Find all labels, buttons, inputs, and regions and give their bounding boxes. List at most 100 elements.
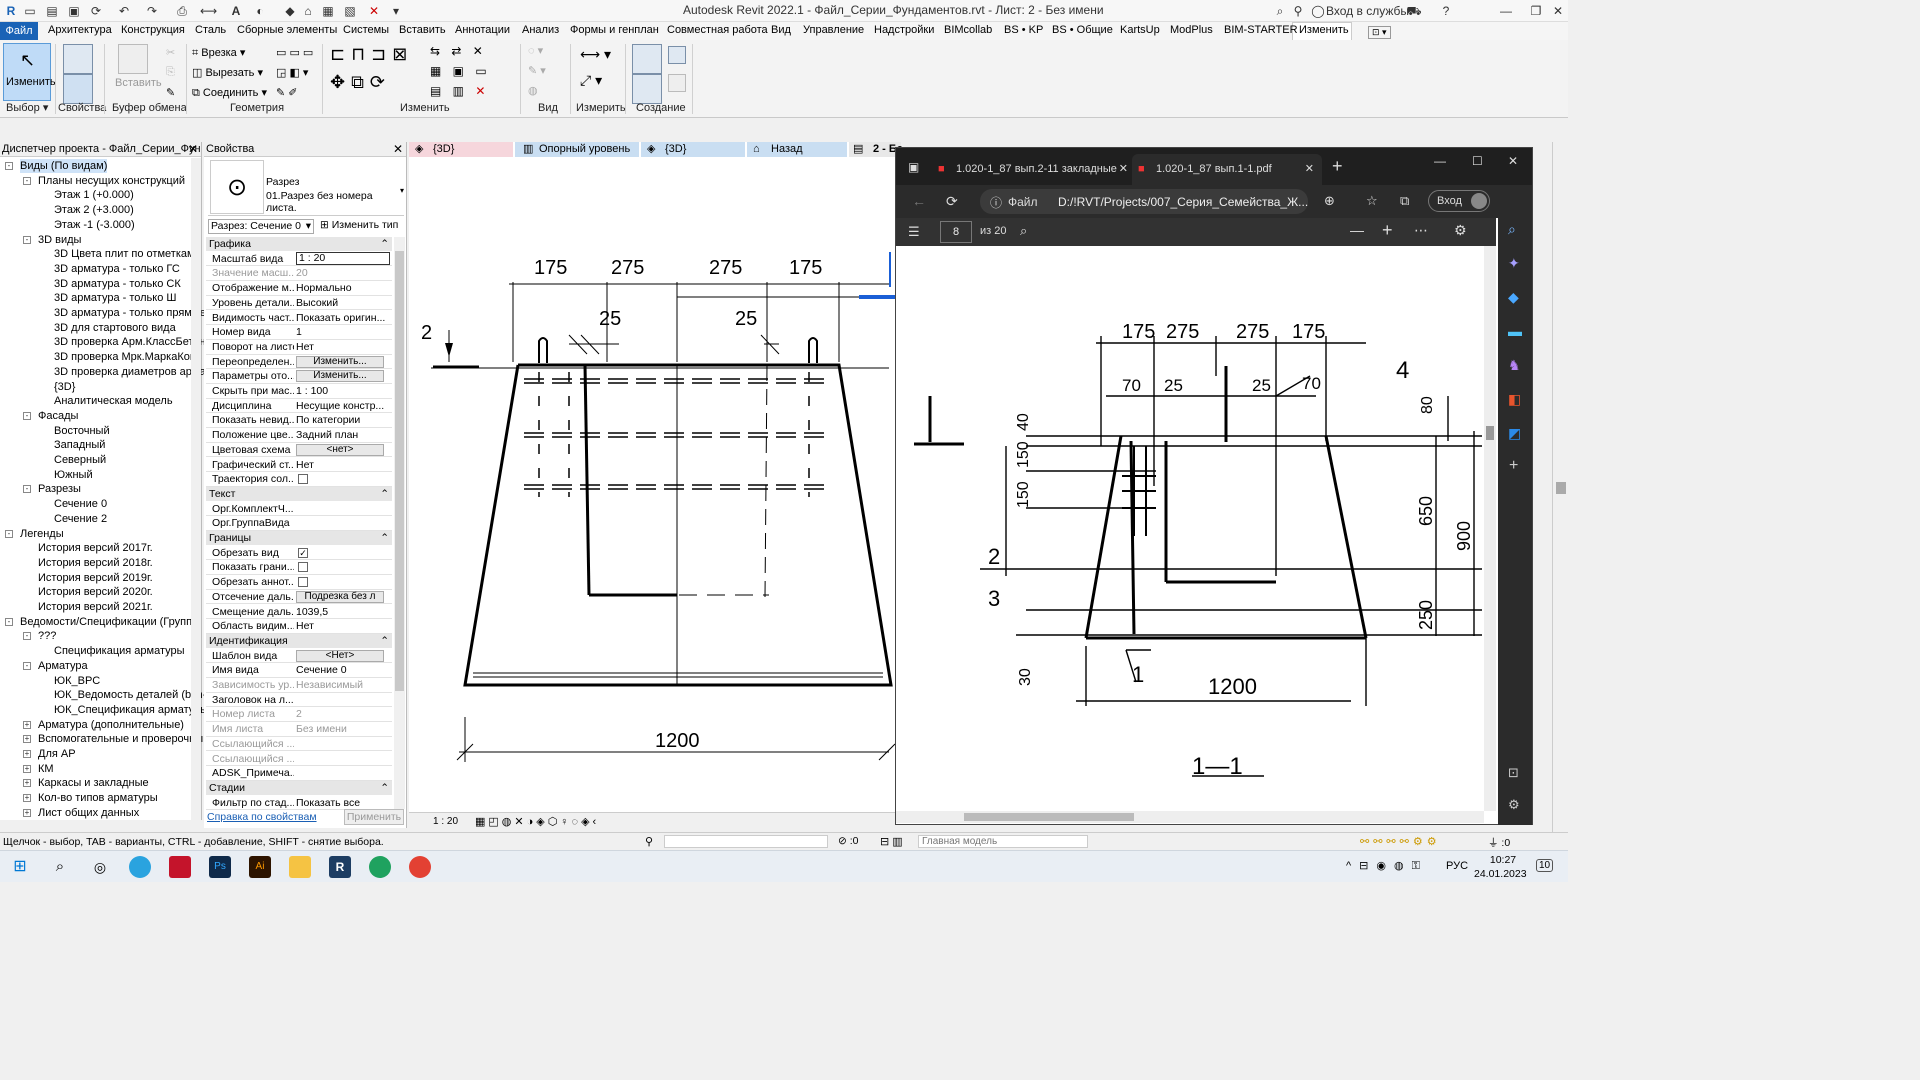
property-button[interactable]: <Нет>: [296, 649, 384, 662]
geometry-tools-2[interactable]: ◲ ◧ ▾: [276, 66, 308, 79]
browser-group-item[interactable]: Арматура (дополнительные): [38, 718, 184, 732]
view-control-icons[interactable]: ▦◰◍✕◑◈⬡♀◌◈‹: [475, 815, 599, 828]
drawing-area[interactable]: ◈ {3D} ▥ Опорный уровень ◈ {3D} ⌂ Назад ▤ 2 -…: [409, 142, 903, 812]
outlook-icon[interactable]: ◩: [1508, 425, 1521, 442]
office-icon[interactable]: ◧: [1508, 391, 1521, 408]
property-value[interactable]: Нет: [296, 340, 390, 354]
close-icon[interactable]: ✕: [1508, 154, 1518, 168]
browser-view-item[interactable]: Этаж -1 (-3.000): [54, 218, 135, 232]
browser-view-item[interactable]: 3D проверка Арм.КлассБетон: [54, 335, 206, 349]
tab-actions-icon[interactable]: ▣: [908, 160, 919, 174]
tab-collaborate[interactable]: Совместная работа: [667, 24, 768, 36]
search-icon[interactable]: ⌕: [1508, 221, 1516, 238]
property-value[interactable]: Независимый: [296, 678, 390, 692]
browser-scrollbar[interactable]: [191, 158, 201, 820]
tab-insert[interactable]: Вставить: [399, 24, 446, 36]
property-group-header[interactable]: Текст ⌃: [206, 486, 392, 501]
browser-group-item[interactable]: Каркасы и закладные: [38, 776, 149, 790]
browser-view-item[interactable]: 3D проверка диаметров арма: [54, 365, 206, 379]
create-parts-icon[interactable]: [632, 44, 662, 74]
photoshop-icon[interactable]: Ps: [209, 856, 231, 878]
browser-view-item[interactable]: Северный: [54, 453, 106, 467]
browser-group-item[interactable]: Фасады: [38, 409, 78, 423]
clock-time[interactable]: 10:27: [1482, 854, 1524, 866]
tab-massing[interactable]: Формы и генплан: [570, 24, 659, 36]
design-options-icon[interactable]: ⊟ ▥: [880, 835, 903, 848]
property-value[interactable]: 1 : 20: [296, 251, 390, 265]
thin-lines-icon[interactable]: ▦: [320, 3, 336, 19]
browser-group-item[interactable]: КМ: [38, 762, 54, 776]
copy-icon[interactable]: ⎘: [166, 66, 175, 79]
properties-icon[interactable]: [63, 74, 93, 104]
collapse-icon[interactable]: -: [23, 235, 31, 244]
browser-view-item[interactable]: Сечение 2: [54, 512, 107, 526]
maximize-icon[interactable]: ❐: [1528, 3, 1544, 19]
browser-group-item[interactable]: История версий 2020г.: [38, 585, 153, 599]
view-tab-3d-1[interactable]: ◈ {3D}: [409, 142, 513, 157]
view-tab-3d-2[interactable]: ◈ {3D}: [641, 142, 745, 157]
expand-icon[interactable]: +: [23, 735, 31, 744]
property-value[interactable]: По категории: [296, 413, 390, 427]
design-option-select[interactable]: Главная модель: [918, 835, 1088, 848]
browser-view-item[interactable]: Этаж 2 (+3.000): [54, 203, 134, 217]
contents-icon[interactable]: ☰: [908, 224, 920, 240]
address-field[interactable]: ⓘ Файл D:/!RVT/Projects/007_Серия_Семейс…: [980, 189, 1308, 214]
modify-small-tools-3[interactable]: ▤ ▥ ✕: [430, 84, 489, 98]
collapse-icon[interactable]: -: [23, 661, 31, 670]
modify-small-tools-1[interactable]: ⇆ ⇄ ✕: [430, 44, 487, 58]
properties-scrollbar[interactable]: [394, 237, 405, 809]
print-icon[interactable]: ⎙: [174, 3, 190, 19]
cope-button[interactable]: ⌗ Врезка ▾: [192, 46, 245, 60]
workset-select[interactable]: [664, 835, 828, 848]
sync-icon[interactable]: ⟳: [88, 3, 104, 19]
edge-tab-2[interactable]: ■ 1.020-1_87 вып.1-1.pdf ✕: [1132, 154, 1322, 185]
create-assembly-icon[interactable]: [632, 74, 662, 104]
collections-icon[interactable]: ⧉: [1400, 193, 1409, 209]
zoom-out-icon[interactable]: —: [1350, 222, 1364, 238]
collapse-icon[interactable]: -: [23, 411, 31, 420]
tab-bs-general[interactable]: BS • Общие: [1052, 24, 1113, 36]
telegram-icon[interactable]: [129, 856, 151, 878]
collapse-icon[interactable]: -: [23, 176, 31, 185]
property-group-header[interactable]: Границы ⌃: [206, 531, 392, 545]
tab-view[interactable]: Вид: [771, 24, 791, 36]
browser-view-item[interactable]: Восточный: [54, 424, 110, 438]
tab-modplus[interactable]: ModPlus: [1170, 24, 1213, 36]
modify-button[interactable]: ↖ Изменить: [3, 43, 56, 101]
property-value[interactable]: Нет: [296, 458, 390, 472]
search-icon[interactable]: ⌕: [1272, 3, 1288, 19]
tag-icon[interactable]: ◐: [252, 3, 268, 19]
tray-icons[interactable]: ^⊟◉◍⚿: [1346, 859, 1428, 873]
tab-manage[interactable]: Управление: [803, 24, 864, 36]
folder-icon[interactable]: ▤: [44, 3, 60, 19]
property-value[interactable]: Сечение 0: [296, 663, 390, 677]
notification-badge[interactable]: 10: [1536, 859, 1554, 872]
3d-icon[interactable]: ◆: [282, 3, 298, 19]
tab-systems[interactable]: Системы: [343, 24, 389, 36]
minimize-icon[interactable]: —: [1498, 3, 1514, 19]
browser-view-item[interactable]: 3D арматура - только прямые: [54, 306, 206, 320]
browser-group-item[interactable]: Вспомогательные и проверочны: [38, 732, 203, 746]
ribbon-options-icon[interactable]: ⊡ ▾: [1368, 26, 1391, 39]
collapse-icon[interactable]: -: [5, 162, 13, 170]
edge-tab-1[interactable]: ■ 1.020-1_87 вып.2-11 закладные ✕: [934, 154, 1130, 185]
zoom-in-icon[interactable]: +: [1382, 220, 1393, 241]
view-tools-1[interactable]: ◌ ▾: [528, 44, 543, 57]
modify-small-tools-2[interactable]: ▦ ▣ ▭: [430, 64, 491, 78]
zoom-icon[interactable]: ⊕: [1324, 193, 1335, 209]
collapse-icon[interactable]: -: [5, 529, 13, 538]
settings-icon[interactable]: ⚙: [1454, 222, 1467, 239]
browser-group-item[interactable]: Для АР: [38, 747, 76, 761]
browser-view-item[interactable]: 3D для стартового вида: [54, 321, 176, 335]
property-checkbox[interactable]: [298, 577, 308, 588]
edge-icon[interactable]: [369, 856, 391, 878]
property-value[interactable]: Высокий: [296, 296, 390, 310]
revit-vertical-scrollbar[interactable]: [1552, 142, 1568, 832]
browser-view-item[interactable]: 3D арматура - только ГС: [54, 262, 180, 276]
property-value[interactable]: Задний план: [296, 428, 390, 442]
view-tools-3[interactable]: ◍: [528, 84, 538, 97]
illustrator-icon[interactable]: Ai: [249, 856, 271, 878]
collapse-icon[interactable]: -: [23, 632, 31, 641]
more-icon[interactable]: ⋯: [1414, 222, 1428, 239]
view-scale[interactable]: 1 : 20: [433, 816, 458, 827]
